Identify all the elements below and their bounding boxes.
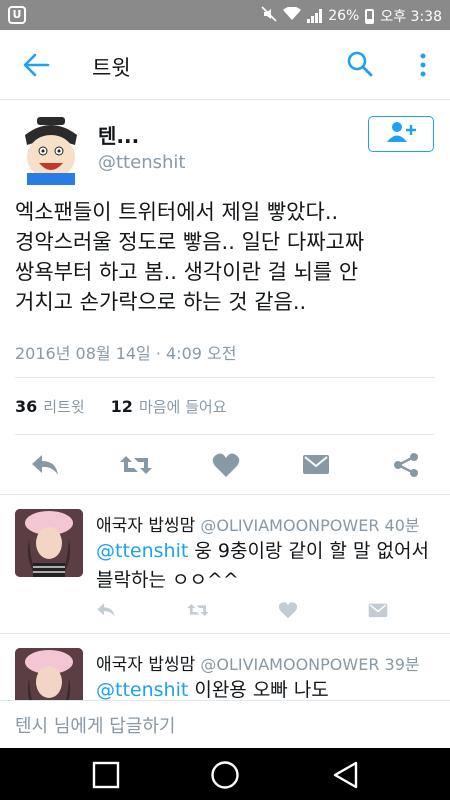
reply-text: @ttenshit 웅 9충이랑 같이 할 말 없어서 블락하는 ㅇㅇ^^ — [96, 537, 441, 595]
wifi-icon — [283, 6, 302, 25]
mention-link[interactable]: @ttenshit — [96, 679, 188, 700]
back-arrow-icon[interactable] — [22, 52, 50, 78]
reply-composer[interactable]: 텐시 님에게 답글하기 — [0, 700, 450, 748]
divider — [15, 434, 435, 435]
retweet-count[interactable]: 36 — [15, 397, 37, 416]
direct-message-icon[interactable] — [302, 452, 332, 478]
more-options-icon[interactable] — [414, 52, 432, 78]
home-icon[interactable] — [209, 759, 241, 791]
mention-link[interactable]: @ttenshit — [96, 540, 188, 562]
author-avatar[interactable] — [17, 115, 85, 185]
reply-text-line: 블락하는 ㅇㅇ^^ — [96, 569, 239, 591]
reply-icon[interactable] — [96, 601, 116, 619]
add-user-icon — [385, 121, 417, 147]
reply-text-body: 이완용 오빠 나도 — [188, 679, 329, 700]
reply-icon[interactable] — [30, 452, 60, 478]
app-notification-icon: U — [8, 6, 26, 24]
tweet-timestamp: 2016년 08월 14일 · 4:09 오전 — [15, 344, 237, 363]
share-icon[interactable] — [392, 452, 422, 478]
signal-icon — [307, 9, 323, 23]
reply-author-name[interactable]: 애국자 밥씽맘 — [96, 655, 195, 675]
reply-header: 애국자 밥씽맘 @OLIVIAMOONPOWER 39분 — [96, 650, 420, 675]
reply-time: 40분 — [384, 516, 420, 535]
recent-apps-icon[interactable] — [91, 760, 121, 790]
tweet-text-line: 쌍욕부터 하고 봄.. 생각이란 걸 뇌를 안 — [15, 260, 359, 284]
battery-percent: 26% — [328, 8, 360, 24]
reply-text-body: 웅 9충이랑 같이 할 말 없어서 — [188, 540, 429, 562]
back-triangle-icon[interactable] — [331, 760, 361, 790]
author-handle[interactable]: @ttenshit — [98, 152, 185, 173]
system-nav-bar — [0, 748, 450, 800]
follow-button[interactable] — [368, 116, 434, 152]
divider — [15, 377, 435, 378]
tweet-stats: 36 리트윗 12 마음에 들어요 — [15, 396, 227, 417]
battery-icon — [365, 8, 375, 24]
tweet-text-line: 거치고 손가락으로 하는 것 같음.. — [15, 290, 307, 314]
retweet-icon[interactable] — [118, 452, 154, 478]
reply-avatar[interactable] — [15, 509, 83, 577]
retweet-label[interactable]: 리트윗 — [43, 396, 84, 417]
like-count[interactable]: 12 — [111, 397, 133, 416]
reply-item[interactable]: 애국자 밥씽맘 @OLIVIAMOONPOWER 39분 @ttenshit 이… — [0, 634, 450, 700]
reply-header: 애국자 밥씽맘 @OLIVIAMOONPOWER 40분 — [96, 511, 420, 536]
reply-text: @ttenshit 이완용 오빠 나도 — [96, 676, 441, 700]
like-heart-icon[interactable] — [212, 452, 242, 478]
like-heart-icon[interactable] — [278, 601, 298, 619]
status-icons: 26% 오후 3:38 — [261, 6, 442, 26]
tweet-text-line: 엑소팬들이 트위터에서 제일 빻았다.. — [15, 200, 339, 224]
app-bar: 트윗 — [0, 30, 450, 100]
reply-time: 39분 — [384, 655, 420, 674]
reply-author-handle[interactable]: @OLIVIAMOONPOWER — [200, 655, 379, 674]
page-title: 트윗 — [92, 56, 131, 80]
tweet-text-line: 경악스러울 정도로 빻음.. 일단 다짜고짜 — [15, 230, 365, 254]
reply-author-name[interactable]: 애국자 밥씽맘 — [96, 516, 195, 536]
direct-message-icon[interactable] — [368, 601, 388, 619]
tweet-text: 엑소팬들이 트위터에서 제일 빻았다.. 경악스러울 정도로 빻음.. 일단 다… — [15, 197, 440, 317]
mute-icon — [261, 6, 277, 26]
reply-input-placeholder[interactable]: 텐시 님에게 답글하기 — [15, 712, 175, 738]
search-icon[interactable] — [346, 50, 374, 78]
retweet-icon[interactable] — [186, 601, 210, 619]
like-label[interactable]: 마음에 들어요 — [139, 396, 227, 417]
reply-item[interactable]: 애국자 밥씽맘 @OLIVIAMOONPOWER 40분 @ttenshit 웅… — [0, 495, 450, 633]
reply-author-handle[interactable]: @OLIVIAMOONPOWER — [200, 516, 379, 535]
author-name[interactable]: 텐... — [98, 120, 139, 149]
reply-avatar[interactable] — [15, 648, 83, 700]
status-bar: U 26% 오후 3:38 — [0, 0, 450, 30]
clock: 오후 3:38 — [380, 9, 442, 25]
tweet-actions — [0, 440, 450, 490]
